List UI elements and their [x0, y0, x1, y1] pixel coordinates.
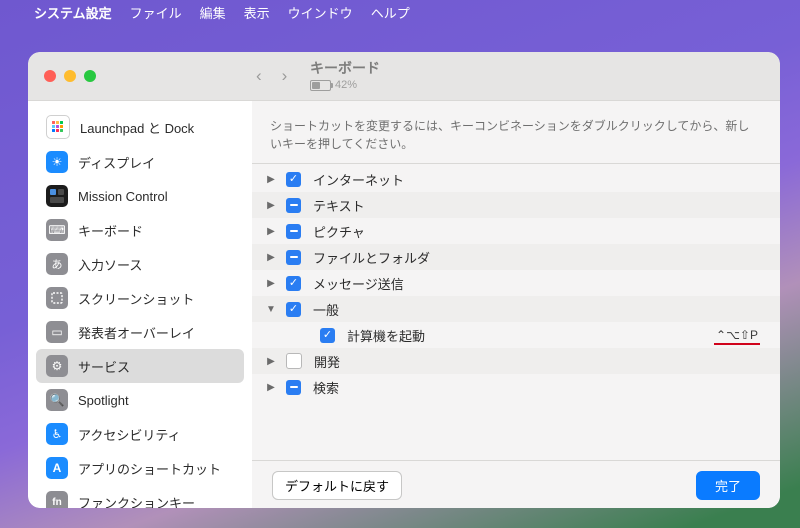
- disclosure-icon[interactable]: ▶: [264, 278, 278, 289]
- row-label: ファイルとフォルダ: [313, 248, 430, 267]
- row-label: 検索: [313, 378, 339, 397]
- battery-percent: 42%: [335, 79, 357, 91]
- disclosure-icon[interactable]: ▶: [264, 252, 278, 263]
- row-label: テキスト: [313, 196, 365, 215]
- close-icon[interactable]: [44, 70, 56, 82]
- app-name[interactable]: システム設定: [34, 3, 112, 22]
- row-label: ピクチャ: [313, 222, 365, 241]
- sidebar-item-2[interactable]: Mission Control: [36, 179, 244, 213]
- sidebar-item-label: サービス: [78, 357, 130, 376]
- sidebar-icon: A: [46, 457, 68, 479]
- row-label: 開発: [314, 352, 340, 371]
- shortcut-category-row[interactable]: ▼ 一般: [252, 296, 780, 322]
- sidebar-item-7[interactable]: ⚙ サービス: [36, 349, 244, 383]
- sidebar-item-label: キーボード: [78, 221, 143, 240]
- sidebar-icon: 🔍: [46, 389, 68, 411]
- menu-file[interactable]: ファイル: [130, 3, 182, 22]
- instructions-text: ショートカットを変更するには、キーコンビネーションをダブルクリックしてから、新し…: [252, 101, 780, 164]
- checkbox[interactable]: [286, 302, 301, 317]
- main-panel: ショートカットを変更するには、キーコンビネーションをダブルクリックしてから、新し…: [252, 101, 780, 508]
- menubar: システム設定 ファイル 編集 表示 ウインドウ ヘルプ: [0, 0, 800, 24]
- sidebar-item-6[interactable]: ▭ 発表者オーバーレイ: [36, 315, 244, 349]
- sidebar-icon: fn: [46, 491, 68, 508]
- sidebar-icon: [46, 185, 68, 207]
- sidebar-item-label: アクセシビリティ: [78, 425, 181, 444]
- sidebar-icon: ⚙: [46, 355, 68, 377]
- nav-back-button[interactable]: ‹: [252, 62, 266, 90]
- minimize-icon[interactable]: [64, 70, 76, 82]
- shortcut-category-row[interactable]: ▶ 検索: [252, 374, 780, 400]
- disclosure-icon[interactable]: ▶: [264, 356, 278, 367]
- shortcut-child-row[interactable]: 計算機を起動 ⌃⌥⇧P: [252, 322, 780, 348]
- battery-status: 42%: [310, 79, 380, 91]
- sidebar-item-5[interactable]: スクリーンショット: [36, 281, 244, 315]
- disclosure-icon[interactable]: ▶: [264, 200, 278, 211]
- conflict-underline: [714, 343, 760, 345]
- sidebar-item-label: スクリーンショット: [78, 289, 194, 308]
- sidebar-item-9[interactable]: ♿︎ アクセシビリティ: [36, 417, 244, 451]
- shortcut-key[interactable]: ⌃⌥⇧P: [716, 328, 758, 342]
- menu-window[interactable]: ウインドウ: [288, 3, 353, 22]
- sidebar-item-label: Spotlight: [78, 393, 129, 408]
- shortcut-category-row[interactable]: ▶ 開発: [252, 348, 780, 374]
- restore-defaults-button[interactable]: デフォルトに戻す: [272, 471, 402, 500]
- sidebar-item-1[interactable]: ☀ ディスプレイ: [36, 145, 244, 179]
- sidebar-item-label: アプリのショートカット: [78, 459, 221, 478]
- menu-view[interactable]: 表示: [244, 3, 270, 22]
- titlebar: ‹ › キーボード 42%: [28, 52, 780, 101]
- checkbox[interactable]: [320, 328, 335, 343]
- checkbox[interactable]: [286, 198, 301, 213]
- checkbox[interactable]: [286, 250, 301, 265]
- sidebar-icon: あ: [46, 253, 68, 275]
- checkbox[interactable]: [286, 380, 301, 395]
- nav-forward-button[interactable]: ›: [278, 62, 292, 90]
- disclosure-icon[interactable]: ▼: [264, 304, 278, 315]
- row-label: メッセージ送信: [313, 274, 404, 293]
- sidebar-item-8[interactable]: 🔍 Spotlight: [36, 383, 244, 417]
- sidebar-icon: [46, 287, 68, 309]
- shortcut-category-row[interactable]: ▶ ファイルとフォルダ: [252, 244, 780, 270]
- disclosure-icon[interactable]: ▶: [264, 382, 278, 393]
- sidebar-item-11[interactable]: fn ファンクションキー: [36, 485, 244, 508]
- sidebar-item-0[interactable]: Launchpad と Dock: [36, 109, 244, 145]
- settings-window: ‹ › キーボード 42% Launchpad と Dock ☀ ディスプレイ Mis…: [28, 52, 780, 508]
- sidebar-item-label: Launchpad と Dock: [80, 118, 194, 137]
- sidebar-icon: ▭: [46, 321, 68, 343]
- disclosure-icon[interactable]: ▶: [264, 174, 278, 185]
- shortcut-list: ▶インターネット▶テキスト▶ピクチャ▶ファイルとフォルダ▶メッセージ送信▼一般計…: [252, 164, 780, 460]
- checkbox[interactable]: [286, 224, 301, 239]
- sidebar-item-4[interactable]: あ入力ソース: [36, 247, 244, 281]
- sidebar-item-3[interactable]: ⌨ キーボード: [36, 213, 244, 247]
- row-label: インターネット: [313, 170, 404, 189]
- shortcut-category-row[interactable]: ▶ インターネット: [252, 166, 780, 192]
- battery-icon: [310, 80, 331, 91]
- shortcut-category-row[interactable]: ▶ ピクチャ: [252, 218, 780, 244]
- row-label: 一般: [313, 300, 339, 319]
- checkbox[interactable]: [286, 353, 302, 369]
- shortcut-category-row[interactable]: ▶ メッセージ送信: [252, 270, 780, 296]
- done-button[interactable]: 完了: [696, 471, 760, 500]
- disclosure-icon[interactable]: ▶: [264, 226, 278, 237]
- sidebar-item-label: 発表者オーバーレイ: [78, 323, 195, 342]
- menu-edit[interactable]: 編集: [200, 3, 226, 22]
- zoom-icon[interactable]: [84, 70, 96, 82]
- sidebar: Launchpad と Dock ☀ ディスプレイ Mission Control ⌨ キ…: [28, 101, 252, 508]
- checkbox[interactable]: [286, 172, 301, 187]
- traffic-lights: [44, 70, 96, 82]
- sidebar-item-label: 入力ソース: [78, 255, 142, 274]
- row-label: 計算機を起動: [347, 326, 425, 345]
- sidebar-item-label: Mission Control: [78, 189, 168, 204]
- checkbox[interactable]: [286, 276, 301, 291]
- shortcut-category-row[interactable]: ▶ テキスト: [252, 192, 780, 218]
- sidebar-icon: ♿︎: [46, 423, 68, 445]
- sidebar-icon: [46, 115, 70, 139]
- sidebar-item-label: ディスプレイ: [78, 153, 155, 172]
- sidebar-item-label: ファンクションキー: [78, 493, 195, 509]
- menu-help[interactable]: ヘルプ: [371, 3, 410, 22]
- sidebar-icon: ⌨: [46, 219, 68, 241]
- sidebar-item-10[interactable]: A アプリのショートカット: [36, 451, 244, 485]
- footer: デフォルトに戻す 完了: [252, 460, 780, 508]
- sidebar-icon: ☀: [46, 151, 68, 173]
- page-title: キーボード: [310, 58, 380, 78]
